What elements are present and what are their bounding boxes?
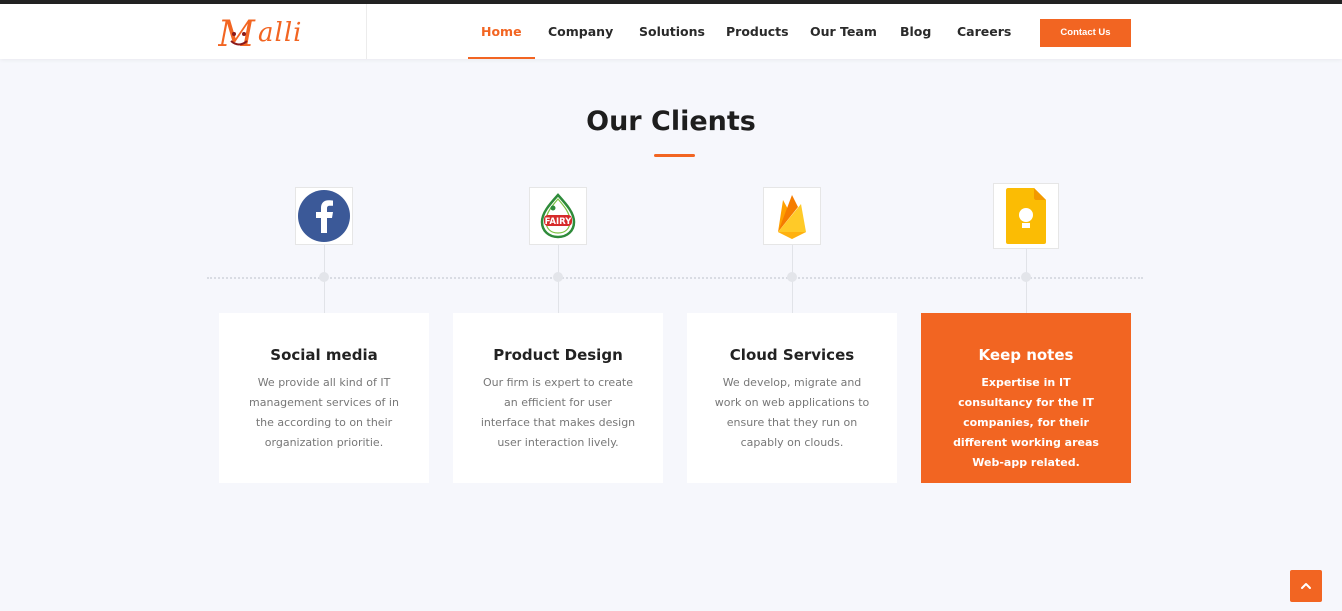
- fairy-logo[interactable]: FAIRY: [529, 187, 587, 245]
- nav-products[interactable]: Products: [726, 4, 789, 59]
- card-description: We develop, migrate and work on web appl…: [714, 376, 870, 449]
- facebook-logo[interactable]: [295, 187, 353, 245]
- firebase-icon: [778, 195, 806, 239]
- svg-text:M: M: [218, 14, 256, 55]
- header-divider: [366, 4, 367, 59]
- client-card-social-media[interactable]: Social media We provide all kind of IT m…: [219, 313, 429, 483]
- timeline-dot: [553, 272, 563, 282]
- card-title: Keep notes: [978, 346, 1074, 364]
- fairy-icon: FAIRY: [540, 193, 576, 239]
- card-description: We provide all kind of IT management ser…: [249, 376, 399, 449]
- nav-blog[interactable]: Blog: [900, 4, 931, 59]
- scroll-to-top-button[interactable]: [1290, 570, 1322, 602]
- site-logo[interactable]: M alli: [217, 8, 328, 58]
- timeline-line: [207, 277, 1143, 279]
- client-card-cloud-services[interactable]: Cloud Services We develop, migrate and w…: [687, 313, 897, 483]
- card-title: Product Design: [493, 346, 623, 364]
- google-keep-logo[interactable]: [993, 183, 1059, 249]
- chevron-up-icon: [1301, 583, 1311, 589]
- firebase-logo[interactable]: [763, 187, 821, 245]
- card-title: Cloud Services: [729, 346, 855, 364]
- google-keep-icon: [1006, 188, 1046, 244]
- card-title: Social media: [270, 346, 378, 364]
- card-description: Expertise in IT consultancy for the IT c…: [953, 376, 1099, 469]
- contact-us-button[interactable]: Contact Us: [1040, 19, 1131, 47]
- nav-company[interactable]: Company: [548, 4, 613, 59]
- title-underline: [654, 154, 695, 157]
- client-card-product-design[interactable]: Product Design Our firm is expert to cre…: [453, 313, 663, 483]
- client-card-keep-notes[interactable]: Keep notes Expertise in IT consultancy f…: [921, 313, 1131, 483]
- nav-careers[interactable]: Careers: [957, 4, 1011, 59]
- card-description: Our firm is expert to create an efficien…: [480, 376, 636, 449]
- timeline-dot: [787, 272, 797, 282]
- site-header: M alli Home Company Solutions Products O…: [0, 4, 1342, 59]
- facebook-icon: [298, 190, 350, 242]
- timeline-dot: [1021, 272, 1031, 282]
- nav-our-team[interactable]: Our Team: [810, 4, 877, 59]
- logo-text: alli: [258, 18, 303, 48]
- timeline-dot: [319, 272, 329, 282]
- nav-home[interactable]: Home: [468, 4, 534, 59]
- svg-text:FAIRY: FAIRY: [545, 217, 573, 227]
- nav-solutions[interactable]: Solutions: [639, 4, 705, 59]
- section-title: Our Clients: [586, 106, 756, 137]
- connector-line: [1026, 249, 1027, 318]
